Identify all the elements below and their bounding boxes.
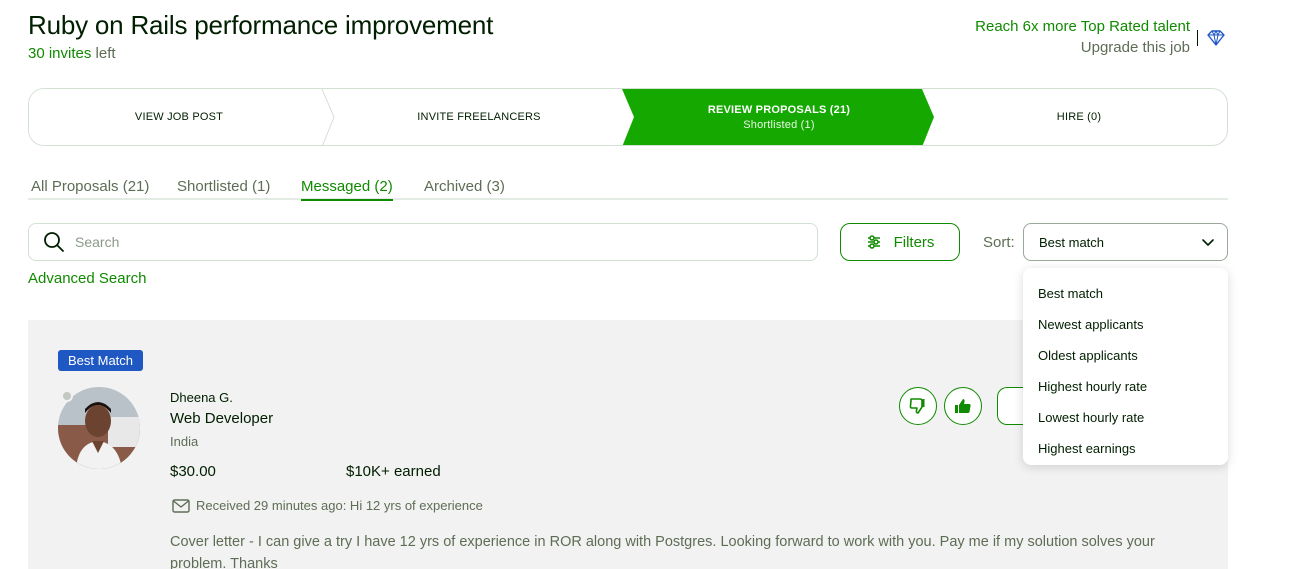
chevron-down-icon <box>1202 239 1214 246</box>
search-box <box>28 223 818 261</box>
sort-option-highest-earnings[interactable]: Highest earnings <box>1023 433 1228 464</box>
dislike-button[interactable] <box>899 387 937 425</box>
invites-left-suffix: left <box>91 45 116 62</box>
hourly-rate: $30.00 <box>170 463 216 480</box>
search-input[interactable] <box>75 234 775 250</box>
thumbs-down-icon <box>909 398 925 414</box>
message-received: Received 29 minutes ago: Hi 12 yrs of ex… <box>172 498 483 513</box>
tab-archived[interactable]: Archived (3) <box>424 178 505 199</box>
proposal-tabs: All Proposals (21) Shortlisted (1) Messa… <box>28 178 1228 201</box>
step-hire[interactable]: HIRE (0) <box>929 89 1227 145</box>
total-earned: $10K+ earned <box>346 463 441 480</box>
freelancer-country: India <box>170 434 199 449</box>
advanced-search-link[interactable]: Advanced Search <box>28 270 146 287</box>
step-label: INVITE FREELANCERS <box>417 111 541 123</box>
search-icon <box>44 232 64 252</box>
filters-label: Filters <box>893 233 935 251</box>
cover-letter: Cover letter - I can give a try I have 1… <box>170 534 1155 569</box>
sort-select[interactable]: Best match <box>1023 223 1228 261</box>
sort-option-lowest-rate[interactable]: Lowest hourly rate <box>1023 402 1228 433</box>
sort-label: Sort: <box>983 234 1015 251</box>
like-button[interactable] <box>944 387 982 425</box>
tab-shortlisted[interactable]: Shortlisted (1) <box>177 178 270 199</box>
filters-button[interactable]: Filters <box>840 223 960 261</box>
hiring-stepper: VIEW JOB POST INVITE FREELANCERS REVIEW … <box>28 88 1228 146</box>
invites-count: 30 invites <box>28 45 92 62</box>
upgrade-job-link[interactable]: Upgrade this job <box>975 39 1190 56</box>
freelancer-name[interactable]: Dheena G. <box>170 390 233 405</box>
upsell: Reach 6x more Top Rated talent Upgrade t… <box>975 18 1190 56</box>
sort-option-oldest[interactable]: Oldest applicants <box>1023 340 1228 371</box>
thumbs-up-icon <box>955 399 971 413</box>
step-sublabel: Shortlisted (1) <box>743 118 815 131</box>
step-view-job-post[interactable]: VIEW JOB POST <box>29 89 329 145</box>
sort-dropdown-menu: Best match Newest applicants Oldest appl… <box>1023 268 1228 465</box>
sliders-icon <box>867 235 880 249</box>
step-invite-freelancers[interactable]: INVITE FREELANCERS <box>329 89 629 145</box>
invites-left: 30 invites left <box>28 45 116 62</box>
sort-option-highest-rate[interactable]: Highest hourly rate <box>1023 371 1228 402</box>
step-label: HIRE (0) <box>1056 111 1102 123</box>
received-text: Received 29 minutes ago: Hi 12 yrs of ex… <box>196 498 483 513</box>
upsell-divider <box>1197 30 1198 46</box>
tab-all-proposals[interactable]: All Proposals (21) <box>31 178 149 199</box>
step-review-proposals[interactable]: REVIEW PROPOSALS (21) Shortlisted (1) <box>629 89 929 145</box>
tab-messaged[interactable]: Messaged (2) <box>301 178 393 201</box>
envelope-icon <box>172 498 190 513</box>
sort-option-best-match[interactable]: Best match <box>1023 278 1228 309</box>
job-title: Ruby on Rails performance improvement <box>28 10 494 40</box>
upsell-reach-link[interactable]: Reach 6x more Top Rated talent <box>975 18 1190 35</box>
step-label: VIEW JOB POST <box>134 111 224 123</box>
sort-option-newest[interactable]: Newest applicants <box>1023 309 1228 340</box>
best-match-badge: Best Match <box>58 350 144 371</box>
diamond-icon <box>1207 30 1225 46</box>
step-label: REVIEW PROPOSALS (21) <box>707 103 851 116</box>
status-indicator <box>61 390 73 402</box>
sort-selected-value: Best match <box>1039 234 1105 250</box>
freelancer-title: Web Developer <box>170 410 274 427</box>
